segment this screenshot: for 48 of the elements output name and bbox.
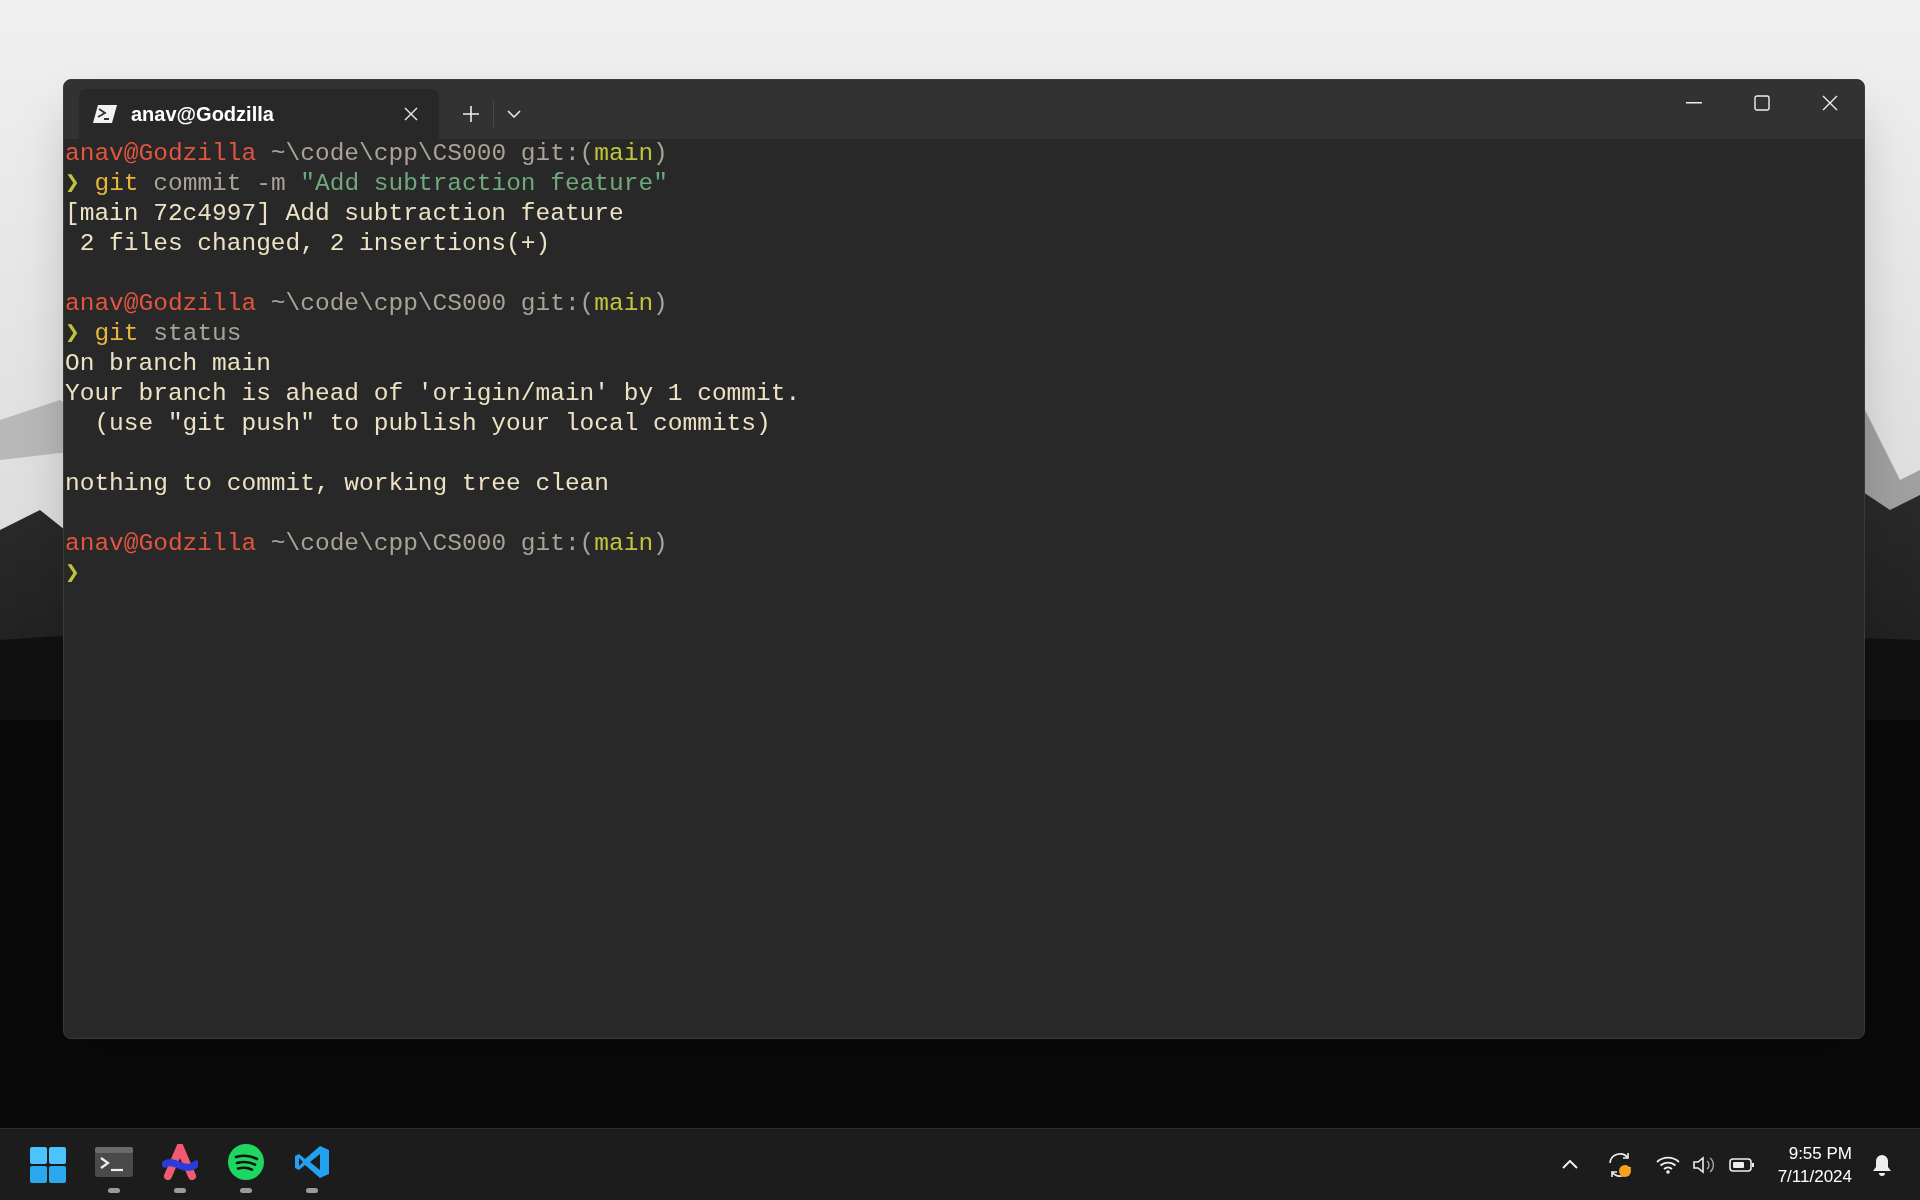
terminal-text: commit -m — [152, 170, 286, 197]
terminal-text: anav@Godzilla — [65, 530, 257, 557]
terminal-text: (use "git push" to publish your local commits) — [93, 410, 771, 437]
chevron-up-icon — [1561, 1160, 1578, 1169]
windows-icon — [30, 1146, 66, 1183]
time-text: 9:55 PM — [1788, 1142, 1852, 1165]
terminal-text: ~\code\cpp\CS000 git:( — [269, 140, 595, 167]
prompt-symbol: ❯ — [65, 170, 80, 197]
terminal-text: anav@Godzilla — [65, 140, 257, 167]
terminal-text: git — [93, 320, 139, 347]
terminal-text: On branch main — [65, 350, 271, 377]
terminal-text: main — [594, 530, 654, 557]
terminal-text: git — [93, 170, 139, 197]
prompt-symbol: ❯ — [65, 560, 80, 587]
spotify-icon — [228, 1143, 264, 1180]
terminal-text: [main 72c4997] Add subtraction feature — [65, 200, 624, 227]
speaker-icon — [1691, 1154, 1716, 1175]
terminal-text: anav@Godzilla — [65, 290, 257, 317]
terminal-text: nothing to commit, working tree clean — [65, 470, 609, 497]
maximize-icon — [1754, 94, 1770, 111]
battery-icon — [1728, 1157, 1755, 1172]
terminal-prompt-icon — [93, 104, 117, 124]
minimize-icon — [1686, 101, 1702, 104]
wifi-icon — [1655, 1155, 1680, 1174]
terminal-text: main — [594, 290, 654, 317]
terminal-icon — [95, 1146, 133, 1177]
chevron-down-icon — [507, 110, 521, 118]
terminal-text: ~\code\cpp\CS000 git:( — [269, 290, 595, 317]
terminal-text: ) — [653, 290, 668, 317]
prompt-symbol: ❯ — [65, 320, 80, 347]
plus-icon — [461, 104, 481, 124]
arc-shape-icon — [162, 1143, 198, 1180]
terminal-text: 2 files changed, 2 insertions(+) — [78, 230, 551, 257]
code-editor-icon — [294, 1143, 330, 1180]
terminal-text: "Add subtraction feature" — [299, 170, 668, 197]
tab-title: anav@Godzilla — [131, 102, 275, 127]
terminal-text: ~\code\cpp\CS000 git:( — [269, 530, 595, 557]
close-icon — [1822, 94, 1838, 111]
date-text: 7/11/2024 — [1777, 1165, 1852, 1188]
clock-button[interactable]: 9:55 PM 7/11/2024 — [1777, 1141, 1852, 1188]
terminal-text: ) — [653, 530, 668, 557]
terminal-text: Your branch is ahead of 'origin/main' by 1 commit. — [65, 380, 801, 407]
terminal-text: ) — [653, 140, 668, 167]
bell-icon — [1872, 1153, 1892, 1176]
terminal-text: main — [594, 140, 654, 167]
close-icon — [404, 107, 418, 121]
tab[interactable]: anav@Godzilla — [79, 89, 439, 139]
terminal-text: status — [152, 320, 242, 347]
